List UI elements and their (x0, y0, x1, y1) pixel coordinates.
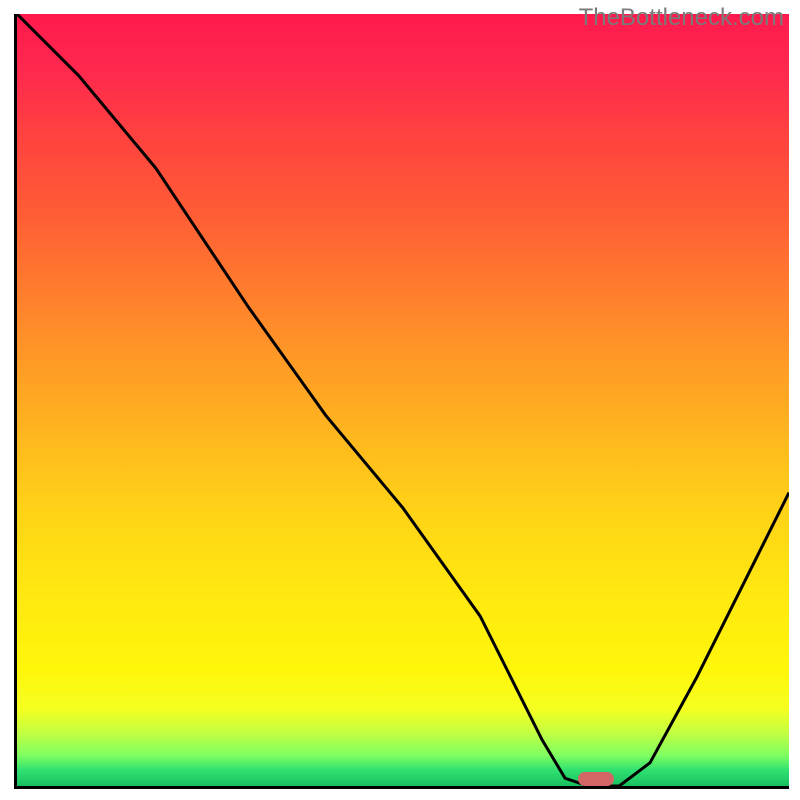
chart-plot-area (14, 14, 789, 789)
bottleneck-curve-svg (17, 14, 789, 786)
chart-container: TheBottleneck.com (0, 0, 800, 800)
watermark-text: TheBottleneck.com (579, 4, 784, 32)
bottleneck-curve-line (17, 14, 789, 786)
optimal-point-marker (578, 772, 614, 786)
